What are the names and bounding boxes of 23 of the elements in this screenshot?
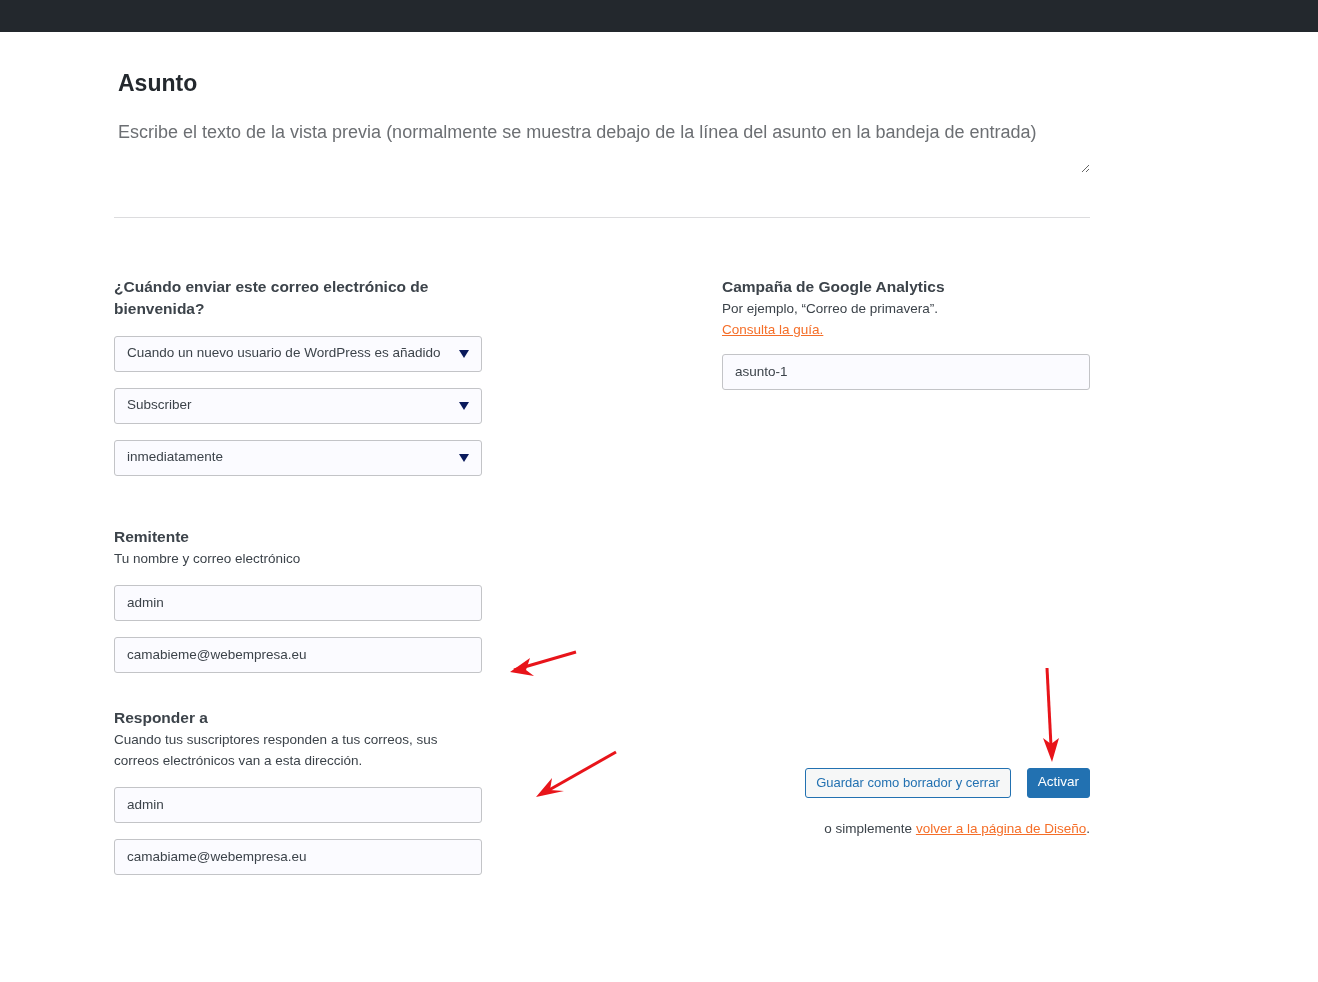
select-field[interactable]: Subscriber [114,387,482,424]
campaign-input[interactable]: asunto-1 [722,353,1090,390]
reply-to-input[interactable]: camabiame@webempresa.eu [114,838,482,875]
analytics-label: Campaña de Google Analytics [722,276,946,297]
sender-label: Remitente [114,526,190,547]
reply-to-input[interactable]: admin [114,786,482,823]
annotation-arrow [510,650,577,676]
analytics-hint: Por ejemplo, “Correo de primavera”. [722,299,940,318]
caret-icon [459,349,469,358]
reply-to-hint: Cuando tus suscriptores responden a tus correos, sus correos electrónicos van a esta dirección. [114,730,439,770]
sender-hint: Tu nombre y correo electrónico [114,549,302,568]
footer-text: o simplemente volver a la página de Diseño. [823,819,1090,838]
caret-icon [459,453,469,462]
reply-to-label: Responder a [114,707,209,728]
subject-heading: Asunto [118,69,199,98]
select-field[interactable]: Cuando un nuevo usuario de WordPress es añadido [114,335,482,372]
select-field[interactable]: inmediatamente [114,439,482,476]
caret-icon [459,401,469,410]
activate-button[interactable]: Activar [1026,767,1090,798]
sender-input[interactable]: admin [114,584,482,621]
when-label: ¿Cuándo enviar este correo electrónico de bienvenida? [114,276,430,319]
sender-input[interactable]: camabieme@webempresa.eu [114,636,482,673]
save-draft-button[interactable]: Guardar como borrador y cerrar [805,767,1011,798]
